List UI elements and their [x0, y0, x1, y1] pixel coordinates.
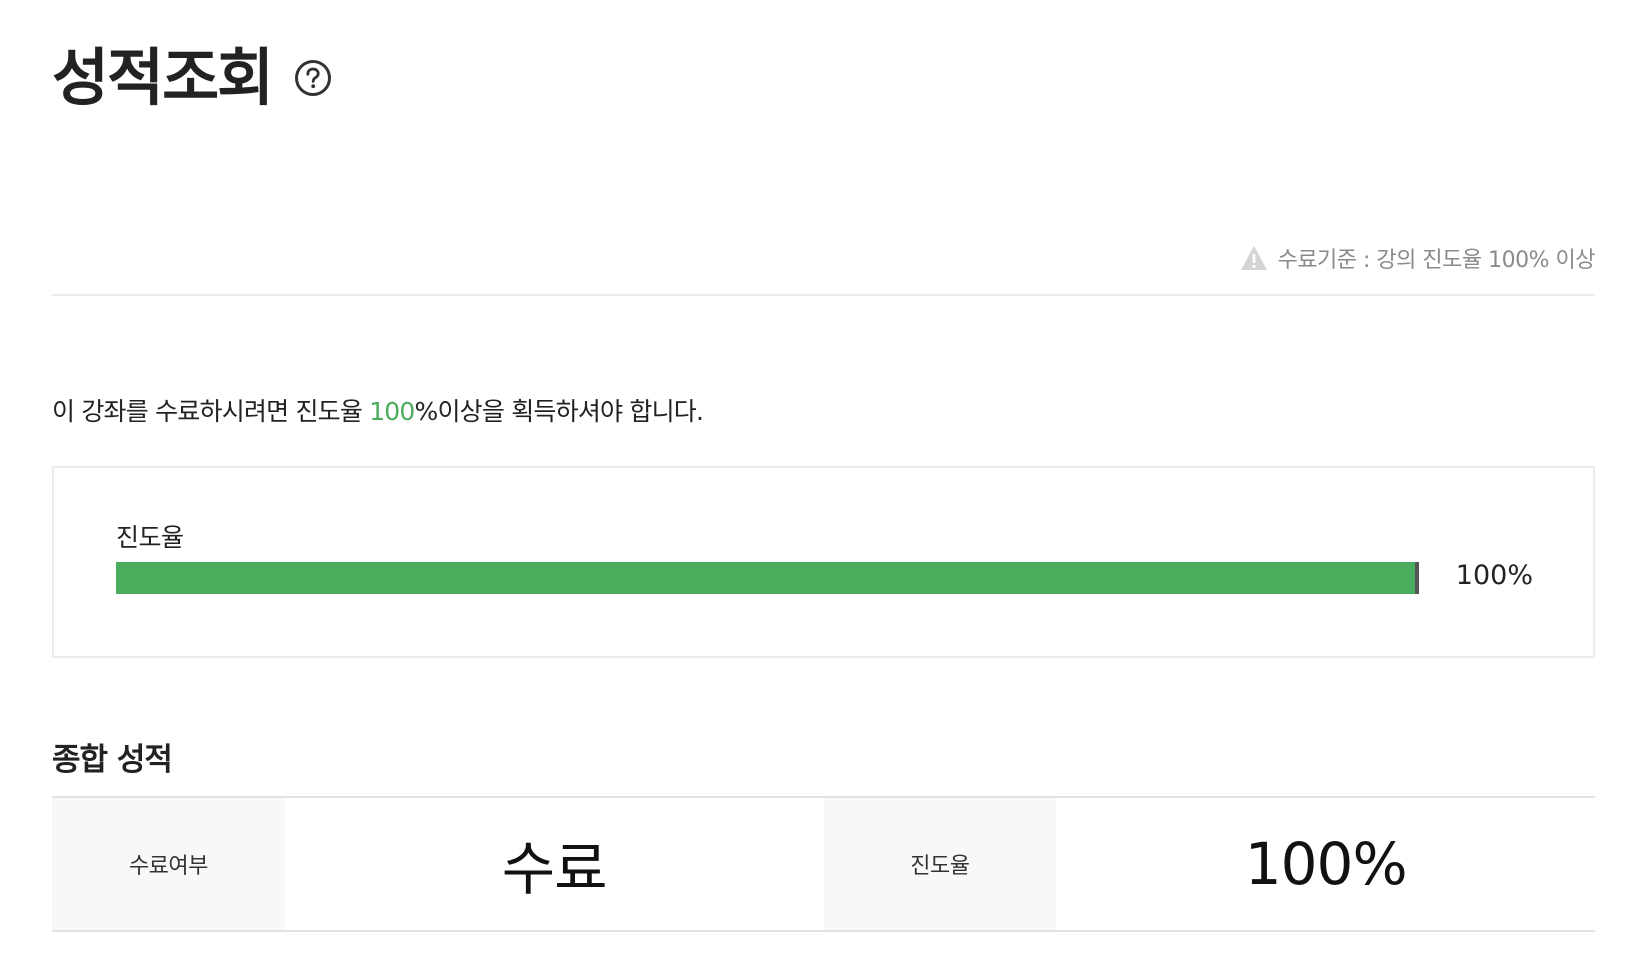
grade-inquiry-page: 성적조회 수료기준 : 강의 진도율 100% 이상 이 강좌를 수료하시려면 … — [0, 0, 1650, 978]
progress-bar — [116, 562, 1419, 594]
completion-criteria-text: 수료기준 : 강의 진도율 100% 이상 — [1277, 248, 1596, 273]
summary-table: 수료여부 수료 진도율 100% — [52, 796, 1595, 932]
summary-section-title: 종합 성적 — [52, 742, 173, 778]
progress-bar-fill — [116, 562, 1419, 594]
progress-rate-header: 진도율 — [823, 798, 1057, 930]
warning-triangle-icon — [1240, 245, 1268, 271]
progress-rate-value: 100% — [1244, 830, 1408, 898]
progress-value: 100% — [1455, 560, 1533, 591]
header-divider — [52, 294, 1595, 296]
progress-panel: 진도율 100% — [52, 466, 1595, 658]
completion-status-header: 수료여부 — [52, 798, 285, 930]
page-title: 성적조회 — [52, 41, 274, 114]
notice-text-before: 이 강좌를 수료하시려면 진도율 — [52, 397, 370, 426]
completion-notice: 이 강좌를 수료하시려면 진도율 100%이상을 획득하셔야 합니다. — [52, 392, 704, 428]
notice-text-after: %이상을 획득하셔야 합니다. — [414, 397, 704, 426]
notice-highlight: 100 — [369, 397, 415, 426]
question-circle-icon[interactable] — [294, 59, 332, 97]
completion-criteria: 수료기준 : 강의 진도율 100% 이상 — [1240, 242, 1596, 274]
title-row: 성적조회 — [52, 41, 332, 114]
progress-label: 진도율 — [116, 523, 184, 552]
completion-status-value: 수료 — [501, 835, 608, 903]
